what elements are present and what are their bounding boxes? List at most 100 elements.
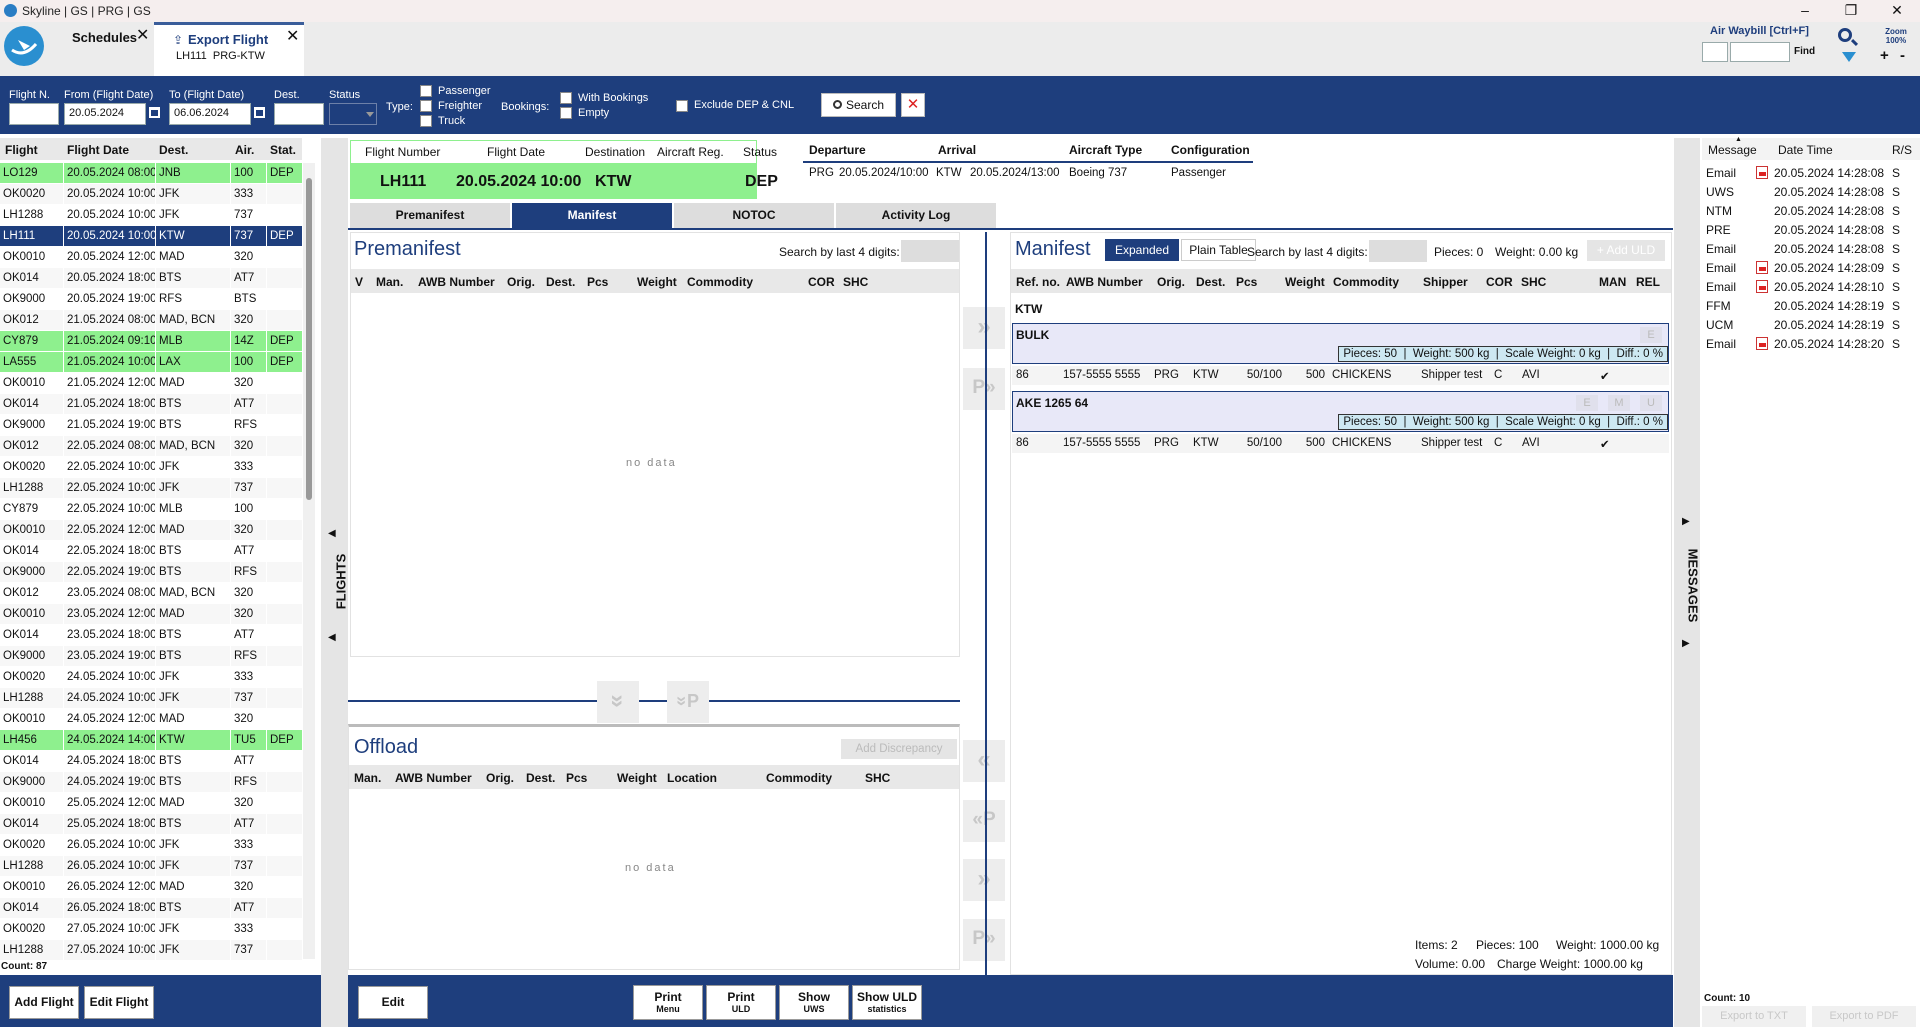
export-txt-button[interactable]: Export to TXT bbox=[1702, 1006, 1806, 1027]
print-uld-button[interactable]: Print ULD bbox=[706, 985, 776, 1020]
col-ref-no[interactable]: Ref. no. bbox=[1016, 275, 1060, 289]
flight-row[interactable]: OK014 23.05.2024 18:00 BTS AT7 bbox=[0, 625, 302, 646]
col-man[interactable]: Man. bbox=[376, 275, 403, 289]
pdf-icon[interactable] bbox=[1756, 261, 1768, 274]
flight-row[interactable]: LA555 21.05.2024 10:00 LAX 100 DEP bbox=[0, 352, 302, 373]
col-pcs[interactable]: Pcs bbox=[1236, 275, 1257, 289]
col-man[interactable]: MAN bbox=[1599, 275, 1626, 289]
show-uws-button[interactable]: Show UWS bbox=[779, 985, 849, 1020]
close-window-button[interactable]: ✕ bbox=[1874, 0, 1920, 22]
col-weight[interactable]: Weight bbox=[617, 771, 657, 785]
tab-export-flight[interactable]: ⇪ Export Flight LH111 PRG-KTW ✕ bbox=[154, 22, 304, 76]
add-flight-button[interactable]: Add Flight bbox=[9, 986, 79, 1019]
scrollbar-thumb[interactable] bbox=[306, 178, 312, 500]
flight-row[interactable]: OK014 24.05.2024 18:00 BTS AT7 bbox=[0, 751, 302, 772]
add-partial-to-manifest-button[interactable]: P» bbox=[963, 368, 1005, 410]
col-dest[interactable]: Dest. bbox=[546, 275, 575, 289]
expand-right-icon[interactable]: ▶ bbox=[1682, 516, 1690, 527]
flight-row[interactable]: LH111 20.05.2024 10:00 KTW 737 DEP bbox=[0, 226, 302, 247]
uld-block[interactable]: BULK E Pieces: 50 | Weight: 500 kg | Scale… bbox=[1012, 323, 1669, 364]
col-shc[interactable]: SHC bbox=[843, 275, 868, 289]
col-rs[interactable]: R/S bbox=[1892, 143, 1912, 157]
exclude-dep-checkbox[interactable] bbox=[676, 100, 688, 112]
flight-row[interactable]: LH1288 22.05.2024 10:00 JFK 737 bbox=[0, 478, 302, 499]
empty-checkbox[interactable] bbox=[560, 107, 572, 119]
flight-row[interactable]: LH1288 26.05.2024 10:00 JFK 737 bbox=[0, 856, 302, 877]
premanifest-search-input[interactable] bbox=[901, 240, 959, 262]
view-plain-table-button[interactable]: Plain Table bbox=[1181, 239, 1256, 261]
collapse-left-icon[interactable]: ◀ bbox=[328, 528, 336, 539]
col-awb-number[interactable]: AWB Number bbox=[418, 275, 495, 289]
flight-row[interactable]: OK0020 22.05.2024 10:00 JFK 333 bbox=[0, 457, 302, 478]
flight-row[interactable]: LH1288 20.05.2024 10:00 JFK 737 bbox=[0, 205, 302, 226]
truck-checkbox[interactable] bbox=[420, 115, 432, 127]
flight-row[interactable]: LH456 24.05.2024 14:00 KTW TU5 DEP bbox=[0, 730, 302, 751]
flight-row[interactable]: OK9000 20.05.2024 19:00 RFS BTS bbox=[0, 289, 302, 310]
flight-row[interactable]: OK014 22.05.2024 18:00 BTS AT7 bbox=[0, 541, 302, 562]
search-button[interactable]: Search bbox=[821, 93, 896, 117]
col-pcs[interactable]: Pcs bbox=[566, 771, 587, 785]
find-button[interactable]: Find bbox=[1794, 46, 1815, 57]
col-weight[interactable]: Weight bbox=[1285, 275, 1325, 289]
flight-row[interactable]: OK0010 24.05.2024 12:00 MAD 320 bbox=[0, 709, 302, 730]
uld-flag-button[interactable]: E bbox=[1640, 327, 1662, 343]
col-status[interactable]: Stat. bbox=[270, 143, 296, 157]
with-bookings-checkbox[interactable] bbox=[560, 92, 572, 104]
zoom-in-button[interactable]: + bbox=[1880, 47, 1889, 64]
uld-flag-button[interactable]: U bbox=[1640, 395, 1662, 411]
tab-manifest[interactable]: Manifest bbox=[512, 203, 672, 228]
col-shipper[interactable]: Shipper bbox=[1423, 275, 1468, 289]
flight-row[interactable]: OK9000 21.05.2024 19:00 BTS RFS bbox=[0, 415, 302, 436]
tab-notoc[interactable]: NOTOC bbox=[674, 203, 834, 228]
dest-input[interactable] bbox=[274, 103, 324, 125]
pdf-icon[interactable] bbox=[1756, 337, 1768, 350]
col-dest[interactable]: Dest. bbox=[1196, 275, 1225, 289]
dropdown-icon[interactable] bbox=[1842, 52, 1856, 62]
manifest-search-input[interactable] bbox=[1369, 240, 1427, 262]
flight-row[interactable]: LH1288 27.05.2024 10:00 JFK 737 bbox=[0, 940, 302, 961]
col-pcs[interactable]: Pcs bbox=[587, 275, 608, 289]
move-down-button[interactable]: » bbox=[597, 681, 639, 723]
col-message[interactable]: Message bbox=[1708, 143, 1757, 157]
flight-n-input[interactable] bbox=[9, 103, 59, 125]
message-row[interactable]: NTM 20.05.2024 14:28:08 S bbox=[1702, 201, 1920, 220]
message-row[interactable]: UCM 20.05.2024 14:28:19 S bbox=[1702, 315, 1920, 334]
add-to-manifest-button[interactable]: » bbox=[963, 307, 1005, 349]
edit-flight-button[interactable]: Edit Flight bbox=[84, 986, 154, 1019]
pdf-icon[interactable] bbox=[1756, 280, 1768, 293]
print-menu-button[interactable]: Print Menu bbox=[633, 985, 703, 1020]
tab-premanifest[interactable]: Premanifest bbox=[350, 203, 510, 228]
flight-row[interactable]: OK0010 20.05.2024 12:00 MAD 320 bbox=[0, 247, 302, 268]
col-man[interactable]: Man. bbox=[354, 771, 381, 785]
message-row[interactable]: Email 20.05.2024 14:28:08 S bbox=[1702, 163, 1920, 182]
col-cor[interactable]: COR bbox=[808, 275, 835, 289]
show-uld-statistics-button[interactable]: Show ULD statistics bbox=[852, 985, 922, 1020]
awb-prefix-input[interactable] bbox=[1702, 42, 1728, 62]
flight-row[interactable]: CY879 21.05.2024 09:10 MLB 14Z DEP bbox=[0, 331, 302, 352]
col-weight[interactable]: Weight bbox=[637, 275, 677, 289]
export-pdf-button[interactable]: Export to PDF bbox=[1812, 1006, 1916, 1027]
flight-row[interactable]: OK014 26.05.2024 18:00 BTS AT7 bbox=[0, 898, 302, 919]
flight-row[interactable]: OK0020 20.05.2024 10:00 JFK 333 bbox=[0, 184, 302, 205]
flight-row[interactable]: OK0020 26.05.2024 10:00 JFK 333 bbox=[0, 835, 302, 856]
col-orig[interactable]: Orig. bbox=[486, 771, 514, 785]
col-shc[interactable]: SHC bbox=[1521, 275, 1546, 289]
flight-row[interactable]: OK012 22.05.2024 08:00 MAD, BCN 320 bbox=[0, 436, 302, 457]
uld-block[interactable]: AKE 1265 64 E M U Pieces: 50 | Weight: 500 k… bbox=[1012, 391, 1669, 432]
flight-row[interactable]: OK0020 27.05.2024 10:00 JFK 333 bbox=[0, 919, 302, 940]
remove-from-manifest-button[interactable]: « bbox=[963, 740, 1005, 782]
to-date-input[interactable]: 06.06.2024 bbox=[169, 103, 251, 125]
col-date-time[interactable]: Date Time bbox=[1778, 143, 1833, 157]
clear-filters-button[interactable]: ✕ bbox=[901, 93, 925, 117]
flight-row[interactable]: OK9000 22.05.2024 19:00 BTS RFS bbox=[0, 562, 302, 583]
col-flight-date[interactable]: Flight Date bbox=[67, 143, 129, 157]
remove-partial-button[interactable]: «P bbox=[963, 800, 1005, 842]
col-commodity[interactable]: Commodity bbox=[687, 275, 753, 289]
uld-flag-button[interactable]: E bbox=[1576, 395, 1598, 411]
zoom-out-button[interactable]: - bbox=[1900, 47, 1905, 64]
passenger-checkbox[interactable] bbox=[420, 85, 432, 97]
message-row[interactable]: Email 20.05.2024 14:28:08 S bbox=[1702, 239, 1920, 258]
flight-row[interactable]: OK0010 25.05.2024 12:00 MAD 320 bbox=[0, 793, 302, 814]
flight-row[interactable]: OK0010 23.05.2024 12:00 MAD 320 bbox=[0, 604, 302, 625]
tab-schedules[interactable]: Schedules ✕ bbox=[52, 22, 152, 76]
